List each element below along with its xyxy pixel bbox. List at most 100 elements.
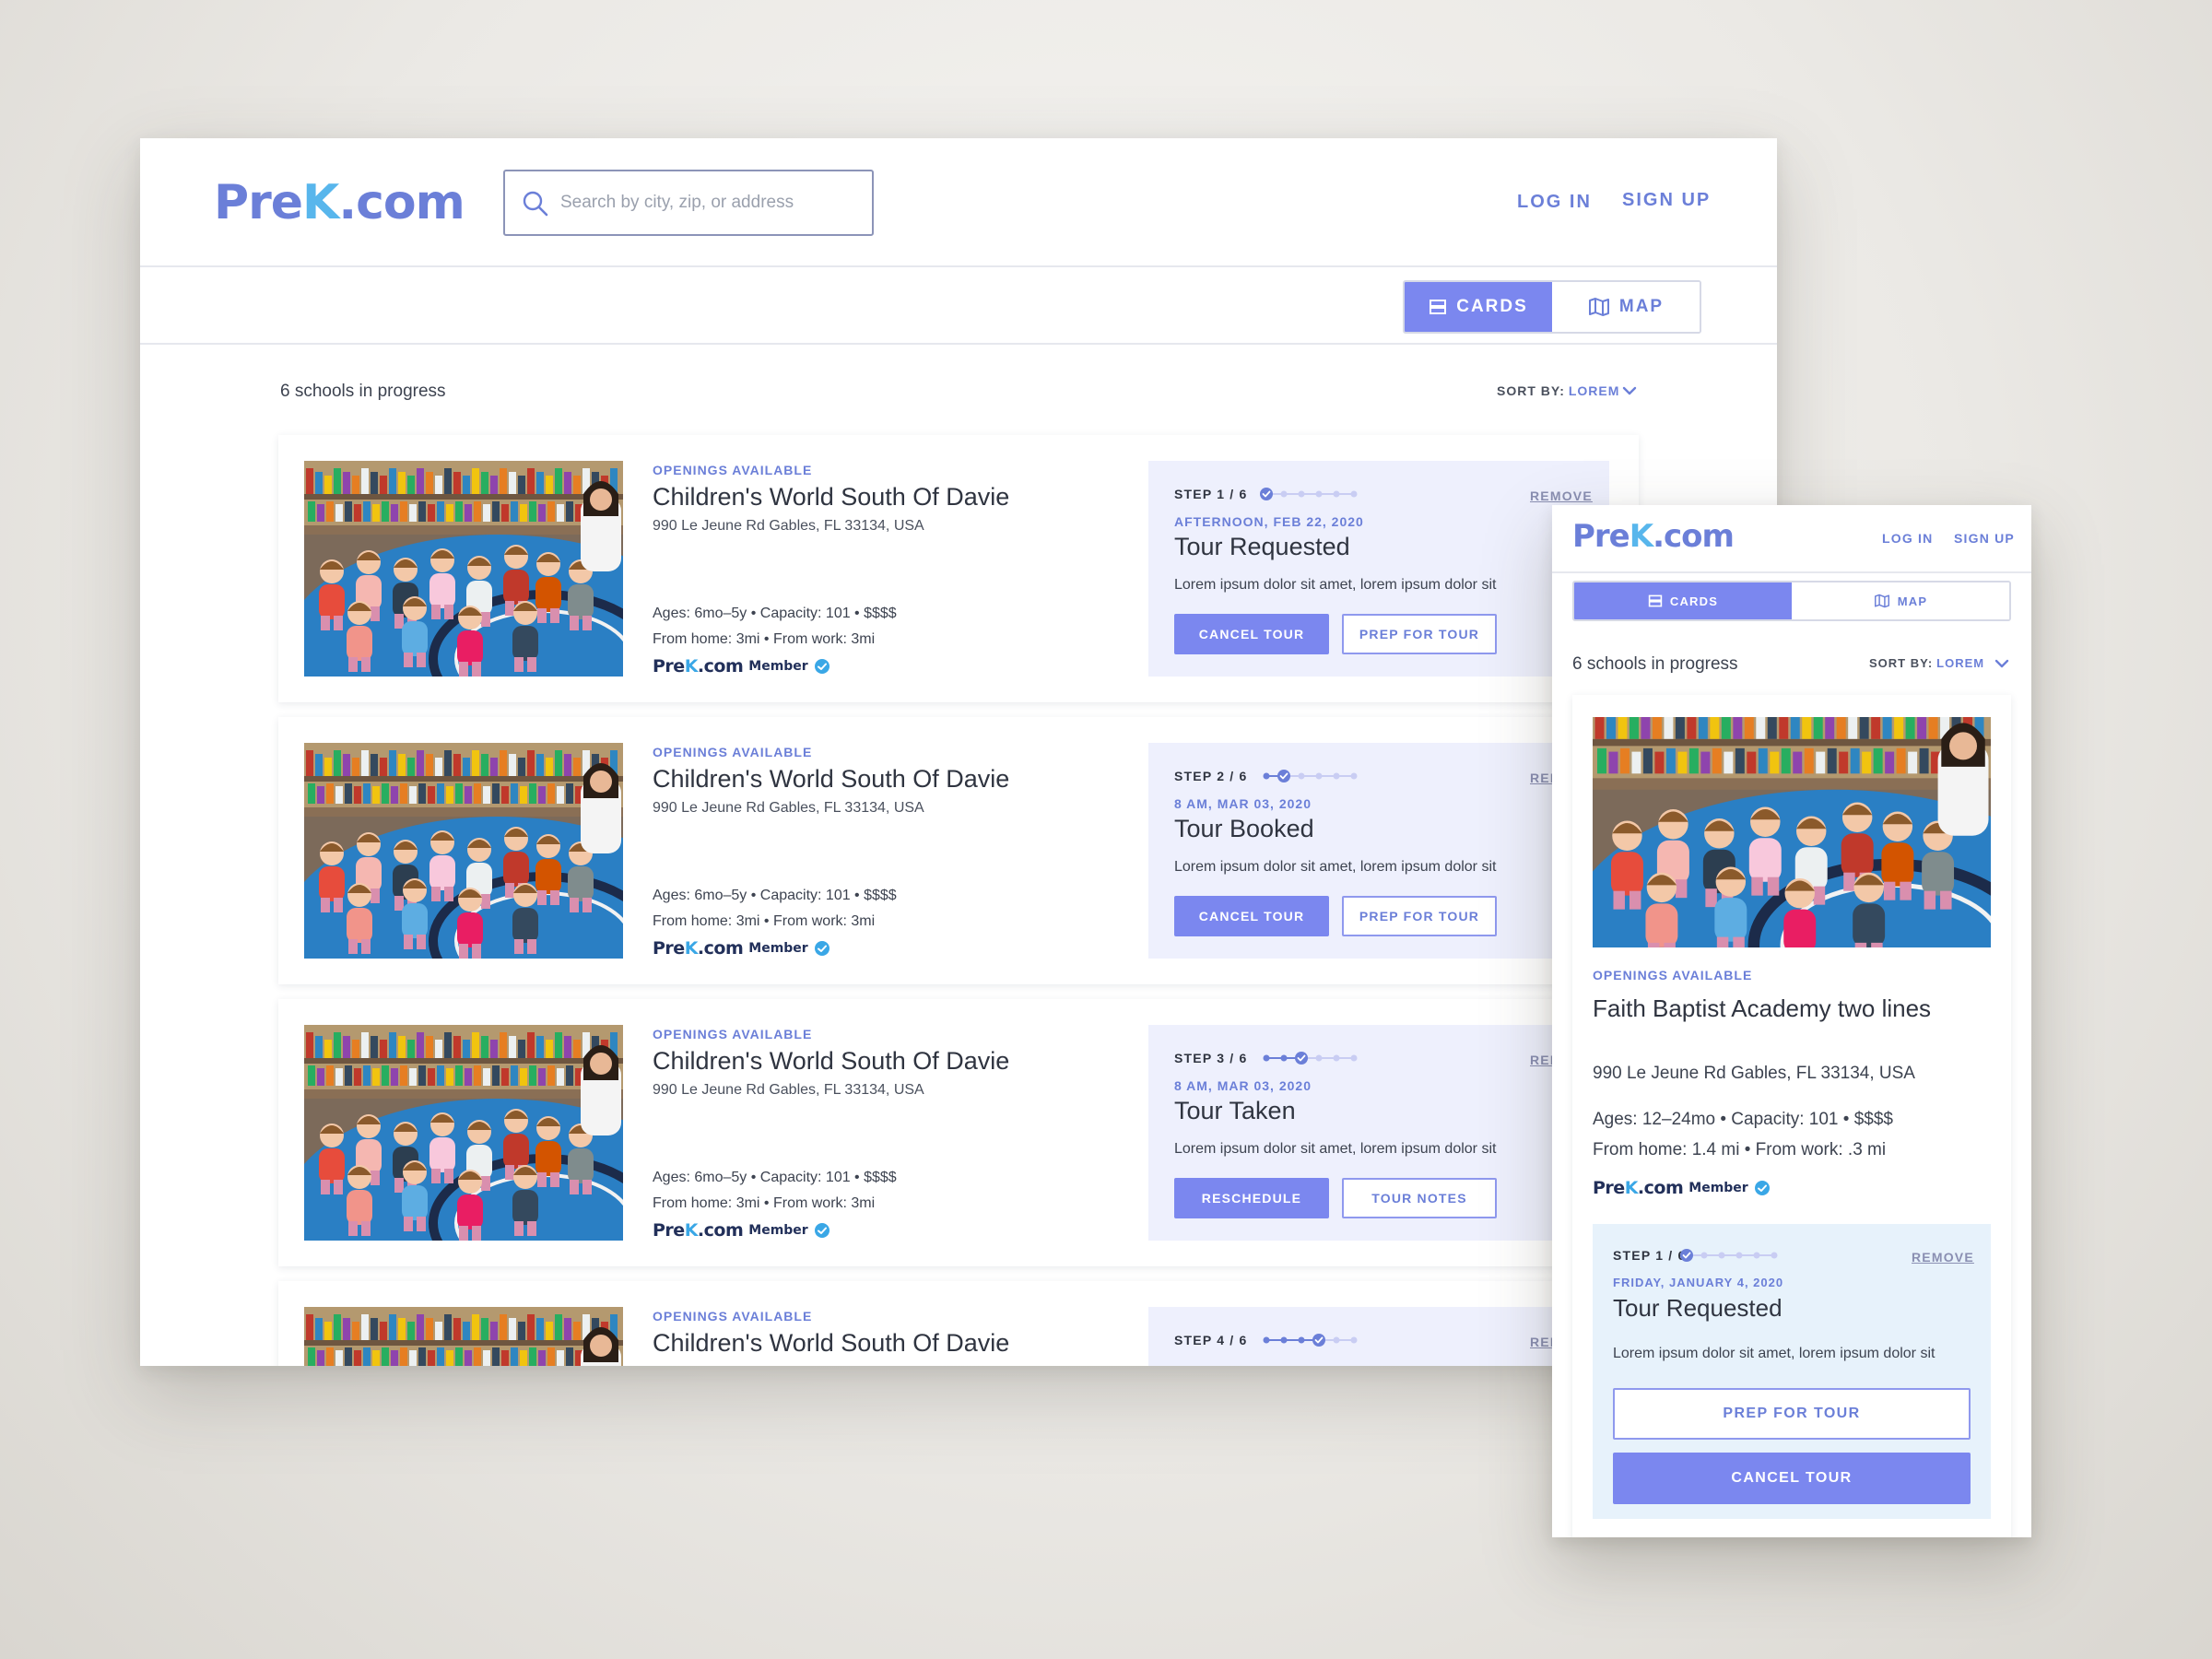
step-dot-done: [1280, 1054, 1288, 1062]
step-dot-current: [1312, 1334, 1325, 1347]
step-progress-dots: [1680, 1249, 1778, 1262]
search-box[interactable]: [503, 170, 874, 236]
school-name[interactable]: Faith Baptist Academy two lines: [1593, 992, 1943, 1025]
chevron-down-icon: [1622, 386, 1637, 395]
map-view-button[interactable]: MAP: [1552, 282, 1700, 332]
openings-badge: OPENINGS AVAILABLE: [653, 463, 813, 477]
step-dot-pending: [1315, 490, 1323, 498]
school-card[interactable]: OPENINGS AVAILABLE Children's World Sout…: [278, 1281, 1639, 1366]
map-view-button[interactable]: MAP: [1792, 582, 2009, 619]
member-logo: PreK.com: [653, 656, 744, 677]
reschedule-button[interactable]: RESCHEDULE: [1174, 1178, 1329, 1218]
school-photo[interactable]: [304, 1307, 623, 1366]
school-ages-capacity: Ages: 12–24mo • Capacity: 101 • $$$$: [1593, 1110, 1893, 1129]
school-card[interactable]: OPENINGS AVAILABLE Children's World Sout…: [278, 435, 1639, 702]
tour-status-panel: STEP 3 / 6 REMOVE 8 AM, MAR 03, 2020 Tou…: [1148, 1025, 1609, 1241]
login-link[interactable]: LOG IN: [1517, 192, 1592, 213]
search-icon: [523, 191, 548, 217]
verified-check-icon: [814, 659, 830, 674]
school-photo[interactable]: [304, 743, 623, 959]
school-distance: From home: 1.4 mi • From work: .3 mi: [1593, 1140, 1887, 1159]
school-details: Ages: 6mo–5y • Capacity: 101 • $$$$ From…: [653, 883, 897, 935]
member-badge: PreK.com Member: [653, 1220, 830, 1241]
school-ages-capacity: Ages: 6mo–5y • Capacity: 101 • $$$$: [653, 1170, 897, 1185]
step-progress-dots: [1263, 1052, 1358, 1065]
tour-date: AFTERNOON, FEB 22, 2020: [1174, 514, 1364, 529]
cancel-tour-button[interactable]: CANCEL TOUR: [1613, 1453, 1971, 1504]
openings-badge: OPENINGS AVAILABLE: [1593, 968, 1753, 982]
remove-link[interactable]: REMOVE: [1530, 488, 1593, 503]
school-card[interactable]: OPENINGS AVAILABLE Children's World Sout…: [278, 999, 1639, 1266]
step-dot-current: [1295, 1052, 1308, 1065]
member-label: Member: [748, 1223, 808, 1238]
member-label: Member: [748, 941, 808, 956]
member-logo: PreK.com: [1593, 1178, 1684, 1198]
sort-dropdown[interactable]: SORT BY: LOREM: [1869, 656, 2009, 670]
school-card[interactable]: OPENINGS AVAILABLE Children's World Sout…: [278, 717, 1639, 984]
school-card[interactable]: OPENINGS AVAILABLE Faith Baptist Academy…: [1572, 695, 2011, 1537]
tour-description: Lorem ipsum dolor sit amet, lorem ipsum …: [1613, 1346, 1936, 1361]
tour-status-panel: STEP 1 / 6 REMOVE FRIDAY, JANUARY 4, 202…: [1593, 1224, 1991, 1519]
mobile-window: PreK.com LOG IN SIGN UP CARDS MAP 6 scho…: [1552, 505, 2031, 1537]
tour-notes-button[interactable]: TOUR NOTES: [1342, 1178, 1497, 1218]
school-details: Ages: 12–24mo • Capacity: 101 • $$$$ Fro…: [1593, 1104, 1893, 1165]
verified-check-icon: [814, 1223, 830, 1238]
step-dot-pending: [1718, 1252, 1725, 1259]
schools-count: 6 schools in progress: [1572, 654, 1738, 674]
search-input[interactable]: [560, 171, 865, 234]
school-distance: From home: 3mi • From work: 3mi: [653, 631, 876, 647]
cards-view-button[interactable]: CARDS: [1405, 282, 1552, 332]
member-label: Member: [1688, 1181, 1748, 1195]
school-details: Ages: 6mo–5y • Capacity: 101 • $$$$ From…: [653, 1165, 897, 1217]
school-name[interactable]: Children's World South Of Davie: [653, 1047, 1009, 1076]
step-dot-pending: [1298, 490, 1305, 498]
school-photo[interactable]: [304, 1025, 623, 1241]
prep-for-tour-button[interactable]: PREP FOR TOUR: [1342, 896, 1497, 936]
brand-logo[interactable]: PreK.com: [1572, 518, 1735, 555]
step-dot-pending: [1298, 772, 1305, 780]
cards-list-icon: [1648, 594, 1663, 607]
step-dot-pending: [1700, 1252, 1708, 1259]
tour-status-panel: STEP 4 / 6 REMOVE: [1148, 1307, 1609, 1366]
step-indicator: STEP 2 / 6: [1174, 769, 1248, 783]
signup-link[interactable]: SIGN UP: [1622, 190, 1711, 211]
openings-badge: OPENINGS AVAILABLE: [653, 1027, 813, 1041]
prep-for-tour-button[interactable]: PREP FOR TOUR: [1342, 614, 1497, 654]
brand-logo[interactable]: PreK.com: [214, 175, 465, 230]
school-details: Ages: 6mo–5y • Capacity: 101 • $$$$ From…: [653, 601, 897, 653]
tour-status-panel: STEP 2 / 6 REMOVE 8 AM, MAR 03, 2020 Tou…: [1148, 743, 1609, 959]
school-photo[interactable]: [304, 461, 623, 677]
tour-description: Lorem ipsum dolor sit amet, lorem ipsum …: [1174, 1141, 1497, 1157]
classroom-photo-illustration: [304, 1025, 623, 1241]
step-dot-pending: [1333, 772, 1340, 780]
remove-link[interactable]: REMOVE: [1912, 1250, 1974, 1265]
member-logo: PreK.com: [653, 938, 744, 959]
step-indicator: STEP 1 / 6: [1613, 1248, 1687, 1263]
step-dot-done: [1263, 772, 1270, 780]
step-dot-pending: [1315, 772, 1323, 780]
member-badge: PreK.com Member: [653, 938, 830, 959]
cards-view-button[interactable]: CARDS: [1574, 582, 1792, 619]
school-photo[interactable]: [1593, 717, 1991, 947]
step-dot-current: [1260, 488, 1273, 500]
school-name[interactable]: Children's World South Of Davie: [653, 765, 1009, 794]
step-dot-pending: [1735, 1252, 1743, 1259]
openings-badge: OPENINGS AVAILABLE: [653, 745, 813, 759]
step-dot-done: [1263, 1054, 1270, 1062]
school-name[interactable]: Children's World South Of Davie: [653, 1329, 1009, 1358]
login-link[interactable]: LOG IN: [1882, 531, 1933, 546]
sort-dropdown[interactable]: SORT BY: LOREM: [1497, 383, 1637, 398]
member-label: Member: [748, 659, 808, 674]
school-ages-capacity: Ages: 6mo–5y • Capacity: 101 • $$$$: [653, 888, 897, 903]
cancel-tour-button[interactable]: CANCEL TOUR: [1174, 896, 1329, 936]
view-toggle: CARDS MAP: [1572, 581, 2011, 621]
school-name[interactable]: Children's World South Of Davie: [653, 483, 1009, 512]
prep-for-tour-button[interactable]: PREP FOR TOUR: [1613, 1388, 1971, 1440]
cancel-tour-button[interactable]: CANCEL TOUR: [1174, 614, 1329, 654]
signup-link[interactable]: SIGN UP: [1954, 531, 2015, 546]
step-dot-done: [1263, 1336, 1270, 1344]
desktop-window: PreK.com LOG IN SIGN UP CARDS: [140, 138, 1777, 1366]
cards-list-icon: [1430, 300, 1447, 314]
verified-check-icon: [814, 941, 830, 956]
tour-status-title: Tour Taken: [1174, 1097, 1296, 1124]
